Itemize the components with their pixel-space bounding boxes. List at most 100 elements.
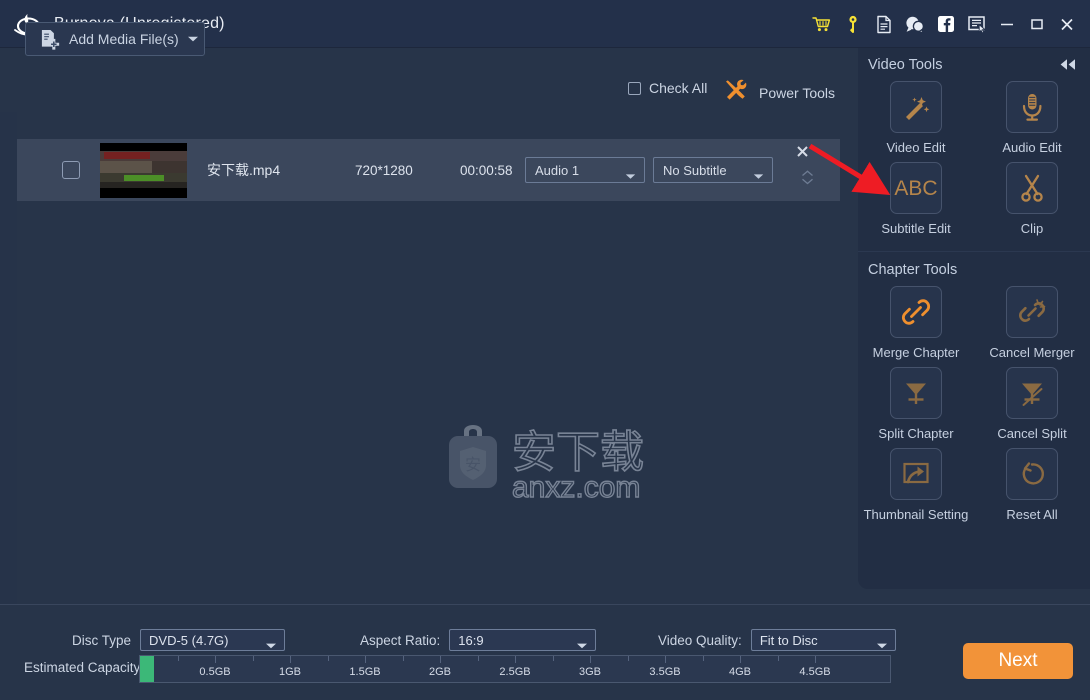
- video-quality-select[interactable]: Fit to Disc: [750, 629, 896, 651]
- tool-subtitle-edit[interactable]: ABC Subtitle Edit: [858, 162, 974, 237]
- video-tools-grid: Video Edit Audio Edit ABC Subtitle Edit …: [858, 81, 1090, 243]
- close-icon[interactable]: [1052, 9, 1082, 39]
- chevron-down-icon: [187, 30, 199, 48]
- capacity-tick: [515, 656, 516, 663]
- tool-reset-all[interactable]: Reset All: [974, 448, 1090, 523]
- tool-clip[interactable]: Clip: [974, 162, 1090, 237]
- wrench-screwdriver-icon: [722, 78, 748, 107]
- document-icon[interactable]: [868, 9, 899, 39]
- tool-merge-chapter[interactable]: Merge Chapter: [858, 286, 974, 361]
- cancel-split-icon: [1006, 367, 1058, 419]
- row-expand-toggle[interactable]: [796, 170, 818, 185]
- add-media-label: Add Media File(s): [69, 31, 179, 47]
- video-quality-field: Video Quality: Fit to Disc: [658, 629, 896, 651]
- capacity-tick-minor: [627, 656, 629, 661]
- check-all-checkbox[interactable]: [628, 81, 641, 95]
- subtitle-track-select[interactable]: No Subtitle: [653, 157, 773, 183]
- tool-label: Merge Chapter: [872, 345, 960, 360]
- bottom-bar: Disc Type DVD-5 (4.7G) Aspect Ratio: 16:…: [0, 604, 1090, 700]
- video-tools-title: Video Tools: [868, 57, 943, 73]
- tool-label: Thumbnail Setting: [863, 507, 969, 522]
- tool-label: Subtitle Edit: [881, 221, 951, 236]
- tool-cancel-split[interactable]: Cancel Split: [974, 367, 1090, 442]
- check-all-toggle[interactable]: Check All: [628, 80, 707, 96]
- capacity-tick-label: 0.5GB: [199, 666, 231, 678]
- capacity-tick-label: 2GB: [428, 666, 452, 678]
- tool-split-chapter[interactable]: Split Chapter: [858, 367, 974, 442]
- chevron-down-icon: [625, 167, 636, 185]
- capacity-tick: [590, 656, 591, 663]
- aspect-ratio-field: Aspect Ratio: 16:9: [360, 629, 597, 651]
- maximize-icon[interactable]: [1022, 9, 1052, 39]
- capacity-tick-minor: [402, 656, 404, 661]
- thumbnail-frame-arrow-icon: [890, 448, 942, 500]
- tool-video-edit[interactable]: Video Edit: [858, 81, 974, 156]
- list-left-strip: [0, 112, 17, 604]
- capacity-tick: [665, 656, 666, 663]
- tool-cancel-merger[interactable]: Cancel Merger: [974, 286, 1090, 361]
- capacity-tick-label: 3GB: [578, 666, 602, 678]
- tool-thumbnail-setting[interactable]: Thumbnail Setting: [858, 448, 974, 523]
- panel-divider: [858, 251, 1090, 252]
- capacity-tick: [215, 656, 216, 663]
- svg-text:安: 安: [465, 455, 481, 474]
- capacity-tick-minor: [327, 656, 329, 661]
- key-icon[interactable]: [837, 9, 868, 39]
- svg-text:ABC: ABC: [894, 177, 937, 200]
- minimize-icon[interactable]: [992, 9, 1022, 39]
- next-button[interactable]: Next: [963, 643, 1073, 679]
- estimated-capacity-label: Estimated Capacity:: [24, 660, 145, 675]
- tool-label: Cancel Split: [997, 426, 1067, 441]
- file-duration: 00:00:58: [460, 162, 513, 178]
- capacity-tick-label: 1GB: [278, 666, 302, 678]
- capacity-tick-minor: [252, 656, 254, 661]
- audio-track-select[interactable]: Audio 1: [525, 157, 645, 183]
- table-row[interactable]: 安下载.mp4 720*1280 00:00:58 Audio 1 No Sub…: [17, 139, 840, 201]
- file-name: 安下载.mp4: [207, 162, 281, 178]
- feedback-icon[interactable]: [961, 9, 992, 39]
- add-file-icon: [40, 28, 60, 50]
- capacity-tick-label: 4.5GB: [799, 666, 831, 678]
- tool-audio-edit[interactable]: Audio Edit: [974, 81, 1090, 156]
- titlebar-icon-group: [806, 0, 1082, 48]
- chevron-down-icon: [753, 167, 764, 185]
- aspect-ratio-select[interactable]: 16:9: [449, 629, 597, 651]
- chapter-tools-grid: Merge Chapter Cancel Merger Split Chapte…: [858, 286, 1090, 529]
- cart-icon[interactable]: [806, 9, 837, 39]
- chapter-tools-title: Chapter Tools: [868, 262, 958, 278]
- chevron-down-icon: [576, 637, 588, 655]
- split-funnel-icon: [890, 367, 942, 419]
- burnova-window: Burnova (Unregistered): [0, 0, 1090, 700]
- tool-label: Audio Edit: [1002, 140, 1062, 155]
- facebook-icon[interactable]: [930, 9, 961, 39]
- tool-label: Split Chapter: [878, 426, 954, 441]
- capacity-tick-label: 1.5GB: [349, 666, 381, 678]
- capacity-tick-minor: [552, 656, 554, 661]
- reset-circular-arrow-icon: [1006, 448, 1058, 500]
- broken-chain-icon: [1006, 286, 1058, 338]
- disc-type-select[interactable]: DVD-5 (4.7G): [140, 629, 286, 651]
- power-tools-label: Power Tools: [759, 84, 836, 101]
- subtitle-track-value: No Subtitle: [663, 162, 727, 178]
- aspect-ratio-value: 16:9: [458, 632, 484, 648]
- remove-row-icon[interactable]: [796, 145, 809, 162]
- check-all-label: Check All: [649, 80, 708, 96]
- double-chevron-left-icon[interactable]: [1058, 58, 1078, 76]
- tools-panel: Video Tools Video Edit Audio Edit ABC Su…: [858, 48, 1090, 589]
- power-tools-button[interactable]: Power Tools: [722, 78, 835, 107]
- video-quality-value: Fit to Disc: [759, 632, 818, 648]
- add-media-button[interactable]: Add Media File(s): [25, 22, 205, 56]
- chat-icon[interactable]: [899, 9, 930, 39]
- scissors-icon: [1006, 162, 1058, 214]
- microphone-icon: [1006, 81, 1058, 133]
- capacity-tick-minor: [477, 656, 479, 661]
- tool-label: Cancel Merger: [989, 345, 1075, 360]
- next-label: Next: [998, 650, 1038, 671]
- row-checkbox[interactable]: [62, 161, 80, 179]
- tool-label: Clip: [1020, 221, 1044, 236]
- abc-text-icon: ABC: [890, 162, 942, 214]
- tool-label: Video Edit: [886, 140, 946, 155]
- capacity-fill: [140, 656, 155, 682]
- video-quality-label: Video Quality:: [658, 632, 742, 648]
- capacity-tick-minor: [702, 656, 704, 661]
